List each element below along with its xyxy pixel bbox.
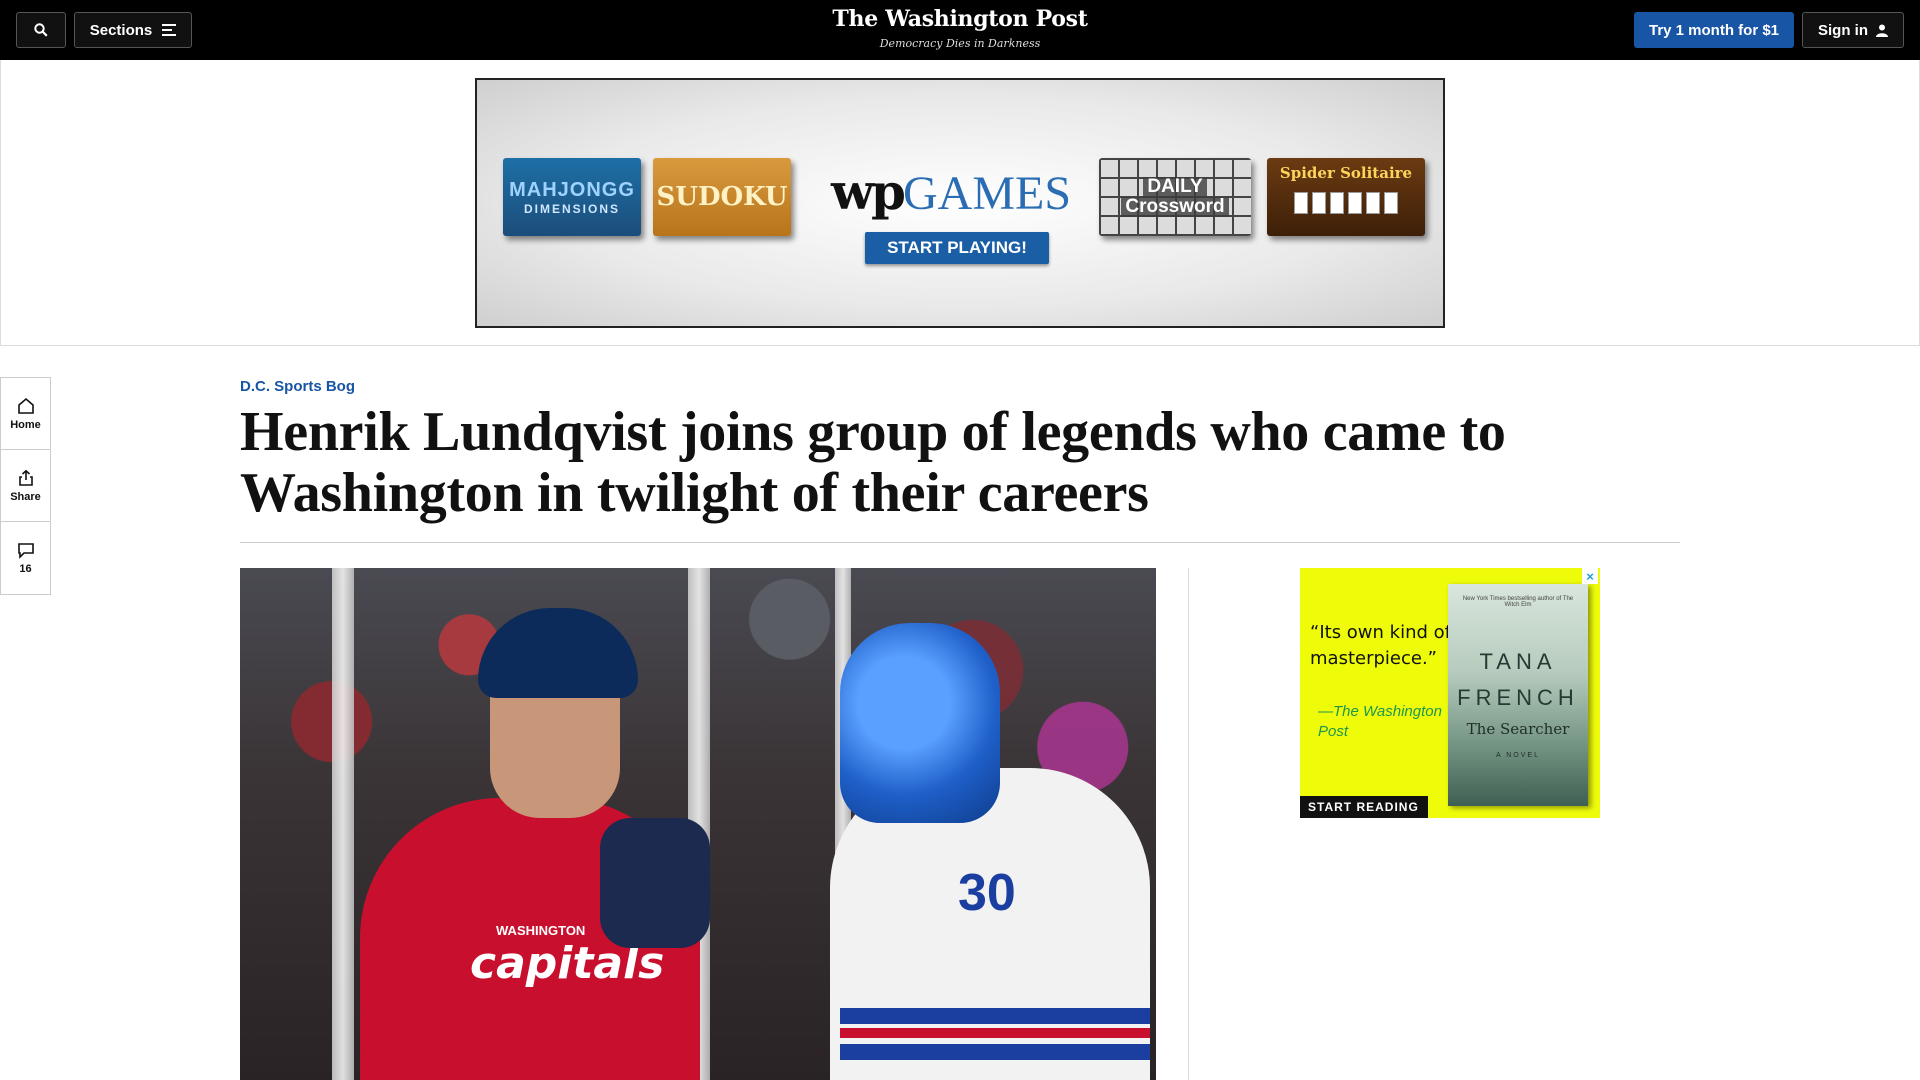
solitaire-title: Spider Solitaire (1279, 164, 1413, 182)
start-reading-button[interactable]: START READING (1300, 796, 1428, 818)
hamburger-icon (162, 24, 177, 36)
home-icon (17, 397, 34, 414)
sections-label: Sections (89, 21, 153, 39)
solitaire-tile[interactable]: Spider Solitaire (1267, 158, 1425, 236)
top-navigation-bar: Sections The Washington Post Democracy D… (0, 0, 1920, 60)
mahjong-title: MAHJONGG (509, 178, 635, 201)
book-ad[interactable]: “Its own kind of masterpiece.” —The Wash… (1300, 568, 1600, 818)
crossword-line2: Crossword (1121, 197, 1229, 217)
search-button[interactable] (16, 12, 66, 48)
site-tagline: Democracy Dies in Darkness (879, 37, 1041, 50)
sign-in-button[interactable]: Sign in (1802, 12, 1904, 48)
wp-games-ad[interactable]: MAHJONGG DIMENSIONS SUDOKU wpGAMES START… (475, 78, 1445, 328)
comments-count: 16 (19, 563, 32, 575)
sign-in-label: Sign in (1818, 21, 1868, 39)
left-action-rail: Home Share 16 (0, 377, 51, 595)
column-divider (1188, 568, 1189, 1080)
goalie-number: 30 (958, 864, 1016, 922)
book-blurb: New York Times bestselling author of The… (1462, 596, 1574, 608)
article-headline: Henrik Lundqvist joins group of legends … (240, 401, 1506, 524)
share-icon (18, 469, 33, 486)
book-genre-label: A NOVEL (1496, 752, 1540, 759)
comments-button[interactable]: 16 (1, 522, 50, 594)
book-cover: New York Times bestselling author of The… (1448, 584, 1588, 806)
mahjong-subtitle: DIMENSIONS (523, 201, 620, 216)
share-button[interactable]: Share (1, 450, 50, 522)
mahjong-tile[interactable]: MAHJONGG DIMENSIONS (503, 158, 641, 236)
jersey-stripe (840, 1028, 1150, 1038)
ad-close-icon[interactable]: × (1582, 568, 1598, 584)
headline-divider (240, 542, 1680, 543)
user-icon (1876, 24, 1888, 37)
site-logo[interactable]: The Washington Post (760, 6, 1160, 32)
crossword-line1: DAILY (1143, 177, 1207, 197)
wp-monogram: wp (831, 162, 906, 221)
share-label: Share (10, 490, 41, 503)
hockey-glove (600, 818, 710, 948)
sections-menu-button[interactable]: Sections (74, 12, 192, 48)
book-author: TANA FRENCH (1457, 649, 1579, 710)
start-playing-button[interactable]: START PLAYING! (865, 232, 1049, 264)
home-button[interactable]: Home (1, 378, 50, 450)
jersey-stripe (840, 1044, 1150, 1060)
masthead[interactable]: The Washington Post Democracy Dies in Da… (760, 6, 1160, 50)
lead-photo[interactable]: WASHINGTON capitals 30 (240, 568, 1156, 1080)
sudoku-title: SUDOKU (656, 182, 788, 212)
games-wordmark: GAMES (903, 167, 1072, 220)
glass-support-post (332, 568, 354, 1080)
home-label: Home (10, 418, 41, 431)
book-title: The Searcher (1466, 720, 1570, 738)
playing-cards-graphic (1294, 192, 1398, 214)
ad-quote-source: —The Washington Post (1318, 703, 1442, 740)
sudoku-tile[interactable]: SUDOKU (653, 158, 791, 236)
subscribe-button[interactable]: Try 1 month for $1 (1634, 12, 1794, 48)
search-icon (34, 23, 48, 37)
wp-games-logo: wpGAMES (831, 162, 1071, 221)
section-kicker-link[interactable]: D.C. Sports Bog (240, 378, 355, 395)
jersey-stripe (840, 1008, 1150, 1024)
crossword-tile[interactable]: DAILY Crossword (1099, 158, 1251, 236)
comment-icon (17, 543, 34, 559)
goalie-mask (840, 623, 1000, 823)
ad-quote: “Its own kind of masterpiece.” (1310, 622, 1451, 669)
jersey-wordmark: WASHINGTON (496, 923, 586, 938)
